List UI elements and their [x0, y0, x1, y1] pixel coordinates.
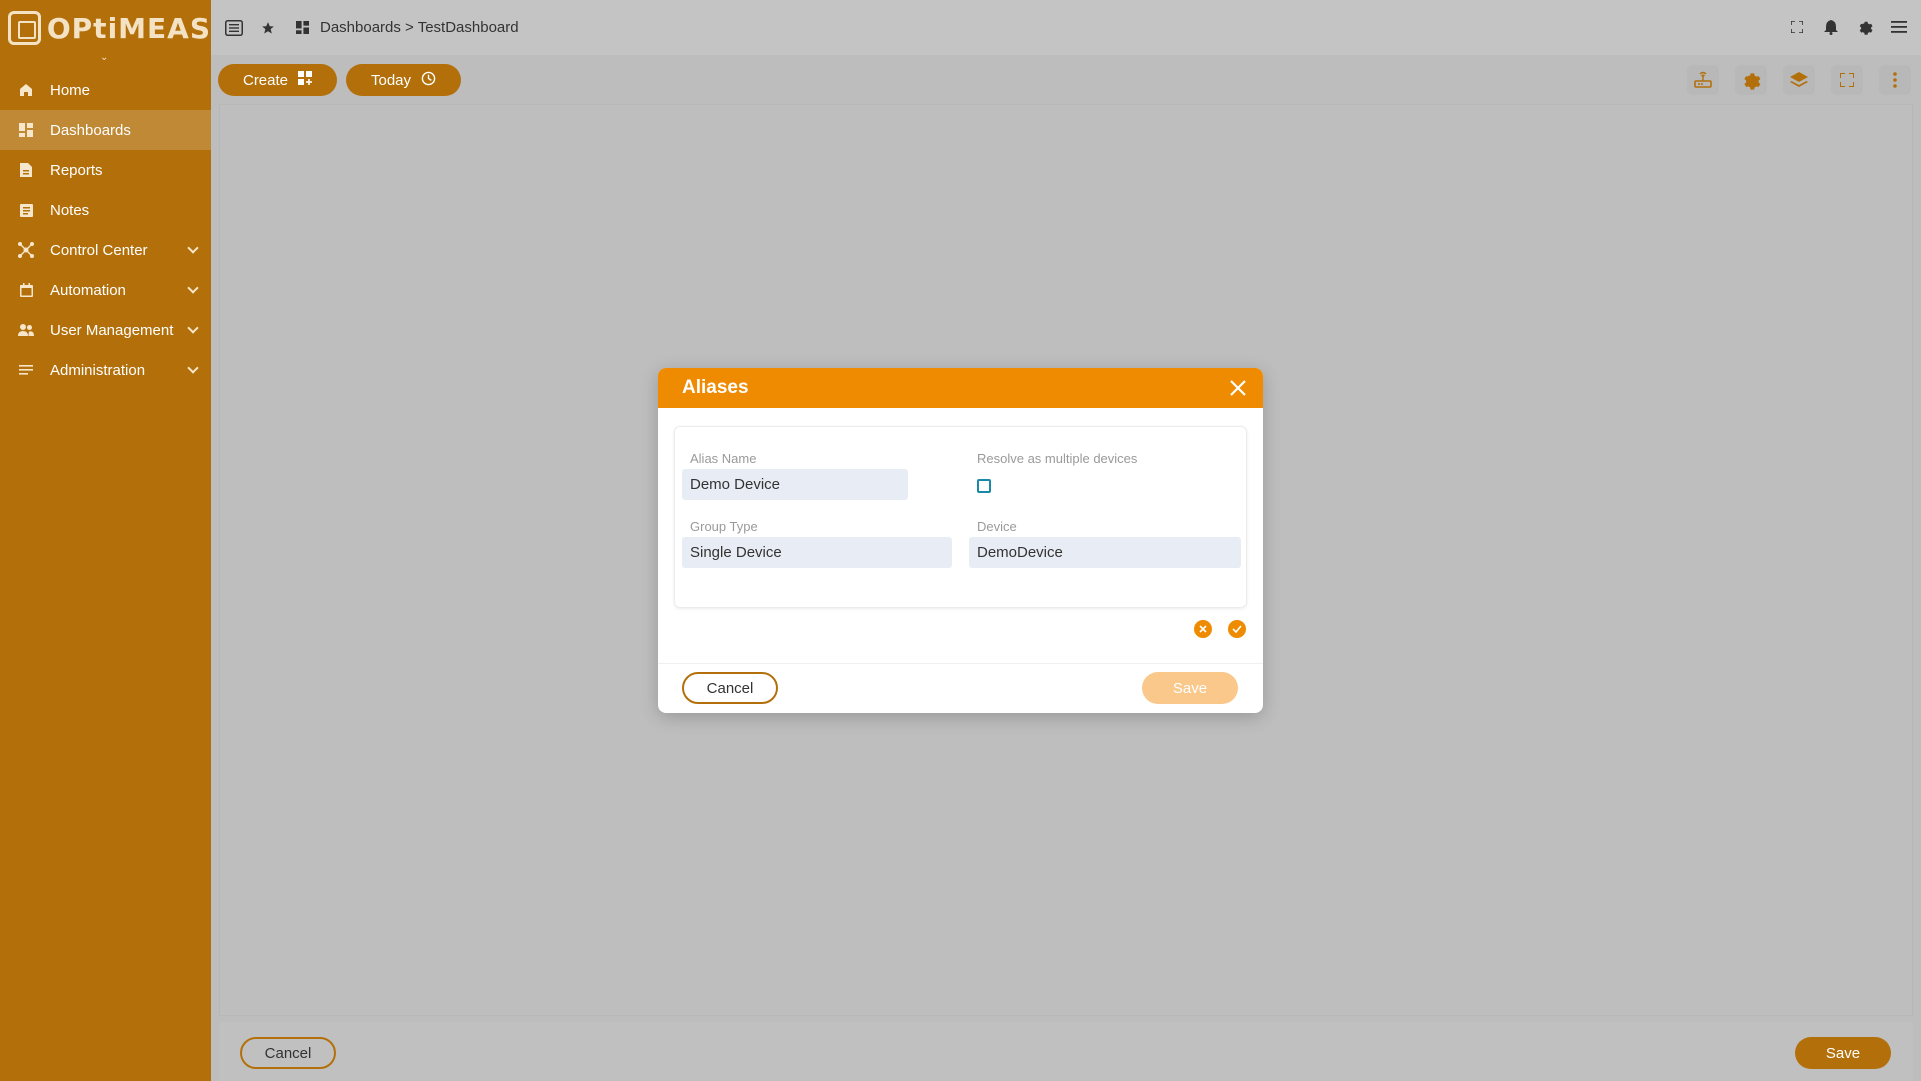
sidebar-item-label: Notes: [50, 201, 90, 219]
sidebar-item-label: Control Center: [50, 241, 148, 259]
bottom-bar: Cancel Save: [219, 1022, 1913, 1081]
layers-icon[interactable]: [1783, 65, 1815, 95]
bell-icon[interactable]: [1821, 17, 1841, 37]
group-type-select[interactable]: Single Device: [682, 537, 952, 568]
device-select[interactable]: DemoDevice: [969, 537, 1241, 568]
settings-icon[interactable]: [1735, 65, 1767, 95]
sidebar-item-user-management[interactable]: User Management: [0, 310, 211, 350]
calendar-icon: [18, 282, 34, 298]
add-widget-icon: [298, 71, 313, 89]
sidebar-item-automation[interactable]: Automation: [0, 270, 211, 310]
dialog-header: Aliases: [658, 368, 1263, 408]
sidebar-item-label: Reports: [50, 161, 103, 179]
sidebar-toggle-icon[interactable]: [224, 18, 244, 38]
more-vertical-icon[interactable]: [1879, 65, 1911, 95]
cancel-button[interactable]: Cancel: [240, 1037, 336, 1069]
group-type-label: Group Type: [690, 519, 758, 534]
chevron-down-icon: [187, 322, 199, 334]
alias-card: Alias Name Demo Device Resolve as multip…: [674, 426, 1247, 608]
sidebar-nav: Home Dashboards Reports Notes Control Ce…: [0, 70, 211, 390]
device-label: Device: [977, 519, 1017, 534]
sidebar-item-dashboards[interactable]: Dashboards: [0, 110, 211, 150]
alias-name-field[interactable]: Demo Device: [682, 469, 908, 500]
dashboard-toolbar: Create Today: [211, 55, 1921, 103]
sidebar-item-label: User Management: [50, 321, 174, 339]
aliases-dialog: Aliases Alias Name Demo Device Resolve a…: [658, 368, 1263, 713]
fullscreen-icon[interactable]: [1787, 17, 1807, 37]
create-label: Create: [242, 71, 289, 89]
notes-icon: [18, 202, 34, 218]
breadcrumb[interactable]: Dashboards > TestDashboard: [320, 19, 519, 36]
sidebar-item-label: Administration: [50, 361, 146, 379]
users-icon: [18, 322, 34, 338]
sidebar-item-administration[interactable]: Administration: [0, 350, 211, 390]
sidebar-item-control-center[interactable]: Control Center: [0, 230, 211, 270]
close-icon[interactable]: [1229, 379, 1247, 397]
save-button[interactable]: Save: [1795, 1037, 1891, 1069]
sidebar-item-home[interactable]: Home: [0, 70, 211, 110]
chevron-down-icon: [187, 242, 199, 254]
logo[interactable]: OPtiMEAS: [0, 0, 211, 56]
list-icon: [18, 362, 34, 378]
dashboard-icon: [292, 18, 312, 38]
chevron-down-icon[interactable]: ⌄: [100, 52, 108, 63]
dashboard-icon: [18, 122, 34, 138]
device-icon[interactable]: [1687, 65, 1719, 95]
clock-icon: [421, 71, 436, 90]
hub-icon: [18, 242, 34, 258]
resolve-multiple-label: Resolve as multiple devices: [977, 451, 1138, 466]
dialog-title: Aliases: [682, 377, 749, 398]
chevron-down-icon: [187, 362, 199, 374]
chevron-down-icon: [187, 282, 199, 294]
sidebar-item-notes[interactable]: Notes: [0, 190, 211, 230]
alias-name-label: Alias Name: [690, 451, 757, 466]
document-icon: [18, 162, 34, 178]
topbar: Dashboards > TestDashboard: [211, 0, 1921, 55]
chip-logo-icon: [8, 11, 41, 45]
sidebar-item-label: Automation: [50, 281, 126, 299]
star-icon[interactable]: [258, 18, 278, 38]
expand-icon[interactable]: [1831, 65, 1863, 95]
create-button[interactable]: Create: [218, 64, 337, 96]
resolve-multiple-checkbox[interactable]: [977, 479, 991, 493]
today-label: Today: [370, 71, 412, 89]
menu-icon[interactable]: [1889, 17, 1909, 37]
sidebar-item-label: Dashboards: [50, 121, 131, 139]
dialog-cancel-button[interactable]: Cancel: [682, 672, 778, 704]
home-icon: [18, 82, 34, 98]
dialog-footer: Cancel Save: [658, 663, 1263, 713]
dialog-save-button[interactable]: Save: [1142, 672, 1238, 704]
sidebar: OPtiMEAS ⌄ Home Dashboards Reports Notes: [0, 0, 211, 1081]
sidebar-item-label: Home: [50, 81, 91, 99]
topbar-actions: [1787, 17, 1909, 37]
gear-icon[interactable]: [1855, 17, 1875, 37]
sidebar-item-reports[interactable]: Reports: [0, 150, 211, 190]
confirm-alias-icon[interactable]: [1228, 620, 1246, 638]
today-button[interactable]: Today: [346, 64, 461, 96]
logo-text: OPtiMEAS: [46, 11, 211, 45]
remove-alias-icon[interactable]: [1194, 620, 1212, 638]
